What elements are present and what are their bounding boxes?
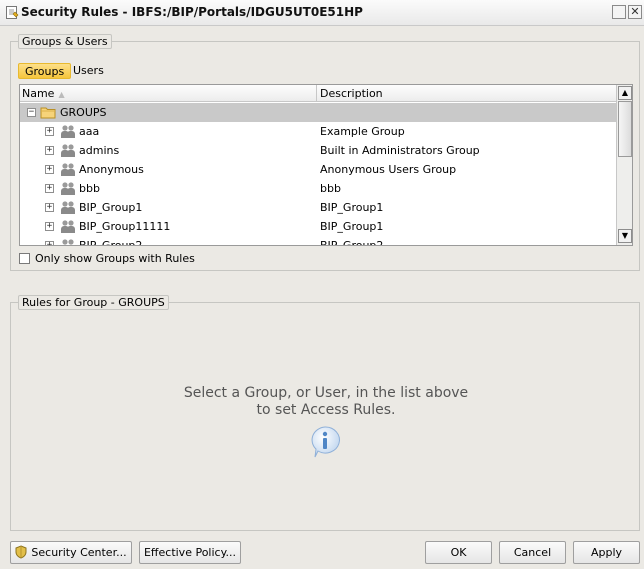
scrollbar-thumb[interactable] — [618, 101, 632, 157]
ok-button[interactable]: OK — [425, 541, 492, 564]
tab-users[interactable]: Users — [67, 63, 110, 79]
rules-legend: Rules for Group - GROUPS — [18, 295, 169, 310]
group-name: BIP_Group11111 — [79, 220, 171, 233]
expand-icon[interactable]: + — [45, 127, 54, 136]
groups-grid: Name ▲ Description − GROUPS + aaa Example… — [19, 84, 633, 246]
arrow-up-icon: ▲ — [621, 88, 629, 97]
group-description: bbb — [320, 182, 341, 195]
group-icon — [61, 182, 75, 195]
group-icon — [62, 239, 74, 245]
group-icon — [61, 220, 75, 233]
security-center-button[interactable]: Security Center... — [10, 541, 132, 564]
title-bar: Security Rules - IBFS:/BIP/Portals/IDGU5… — [0, 0, 644, 26]
shield-icon — [15, 545, 27, 559]
grid-scrollbar[interactable]: ▲ ▼ — [616, 85, 632, 245]
table-row[interactable]: + Anonymous Anonymous Users Group — [20, 160, 616, 179]
expand-icon[interactable]: + — [45, 146, 54, 155]
group-icon — [61, 201, 75, 214]
effective-policy-button[interactable]: Effective Policy... — [139, 541, 241, 564]
tab-groups[interactable]: Groups — [18, 63, 72, 79]
security-rules-icon — [6, 6, 19, 19]
group-name: admins — [79, 144, 120, 157]
group-name: bbb — [79, 182, 100, 195]
close-icon: ✕ — [630, 5, 640, 18]
scroll-down-button[interactable]: ▼ — [618, 229, 632, 243]
group-description: BIP_Group1 — [320, 201, 384, 214]
group-icon — [61, 163, 75, 176]
expand-icon[interactable]: + — [45, 222, 54, 231]
table-row[interactable]: + aaa Example Group — [20, 122, 616, 141]
group-icon — [61, 125, 75, 138]
table-row[interactable]: + BIP_Group1 BIP_Group1 — [20, 198, 616, 217]
scroll-up-button[interactable]: ▲ — [618, 86, 632, 100]
apply-button[interactable]: Apply — [573, 541, 640, 564]
sort-indicator-icon: ▲ — [58, 90, 65, 99]
group-description: Example Group — [320, 125, 405, 138]
expand-icon[interactable]: + — [45, 203, 54, 212]
expand-icon[interactable]: + — [45, 165, 54, 174]
group-description: BIP_Group1 — [320, 220, 384, 233]
tree-row-root[interactable]: − GROUPS — [20, 103, 616, 122]
groups-users-panel: Groups & Users Groups Users Name ▲ Descri… — [10, 34, 640, 271]
grid-header: Name ▲ Description — [20, 85, 616, 102]
rules-panel: Rules for Group - GROUPS Select a Group,… — [10, 295, 640, 531]
group-name: BIP_Group1 — [79, 201, 143, 214]
cancel-button[interactable]: Cancel — [499, 541, 566, 564]
rules-empty-message: Select a Group, or User, in the list abo… — [183, 385, 469, 418]
maximize-button[interactable] — [612, 5, 626, 19]
group-description: BIP_Group2 — [320, 239, 384, 246]
grid-rows: − GROUPS + aaa Example Group + admins Bu… — [20, 103, 616, 246]
only-with-rules-checkbox[interactable] — [19, 253, 30, 264]
expand-icon[interactable]: + — [45, 184, 54, 193]
group-icon — [61, 144, 75, 157]
group-name: Anonymous — [79, 163, 144, 176]
collapse-icon[interactable]: − — [27, 108, 36, 117]
table-row[interactable]: + bbb bbb — [20, 179, 616, 198]
column-header-description[interactable]: Description — [318, 85, 616, 102]
arrow-down-icon: ▼ — [621, 231, 629, 240]
tree-root-label: GROUPS — [60, 106, 107, 119]
table-row[interactable]: + BIP_Group11111 BIP_Group1 — [20, 217, 616, 236]
expand-icon[interactable]: + — [45, 241, 54, 245]
close-button[interactable]: ✕ — [628, 5, 642, 19]
only-with-rules-label: Only show Groups with Rules — [35, 252, 195, 265]
group-name: aaa — [79, 125, 100, 138]
info-icon — [311, 426, 340, 458]
table-row[interactable]: + admins Built in Administrators Group — [20, 141, 616, 160]
groups-users-legend: Groups & Users — [18, 34, 112, 49]
column-header-name[interactable]: Name ▲ — [20, 85, 317, 102]
table-row[interactable]: + BIP_Group2 BIP_Group2 — [20, 236, 616, 246]
folder-icon — [40, 107, 56, 119]
group-description: Anonymous Users Group — [320, 163, 457, 176]
window-title: Security Rules - IBFS:/BIP/Portals/IDGU5… — [21, 5, 363, 19]
group-name: BIP_Group2 — [79, 239, 143, 246]
group-description: Built in Administrators Group — [320, 144, 480, 157]
